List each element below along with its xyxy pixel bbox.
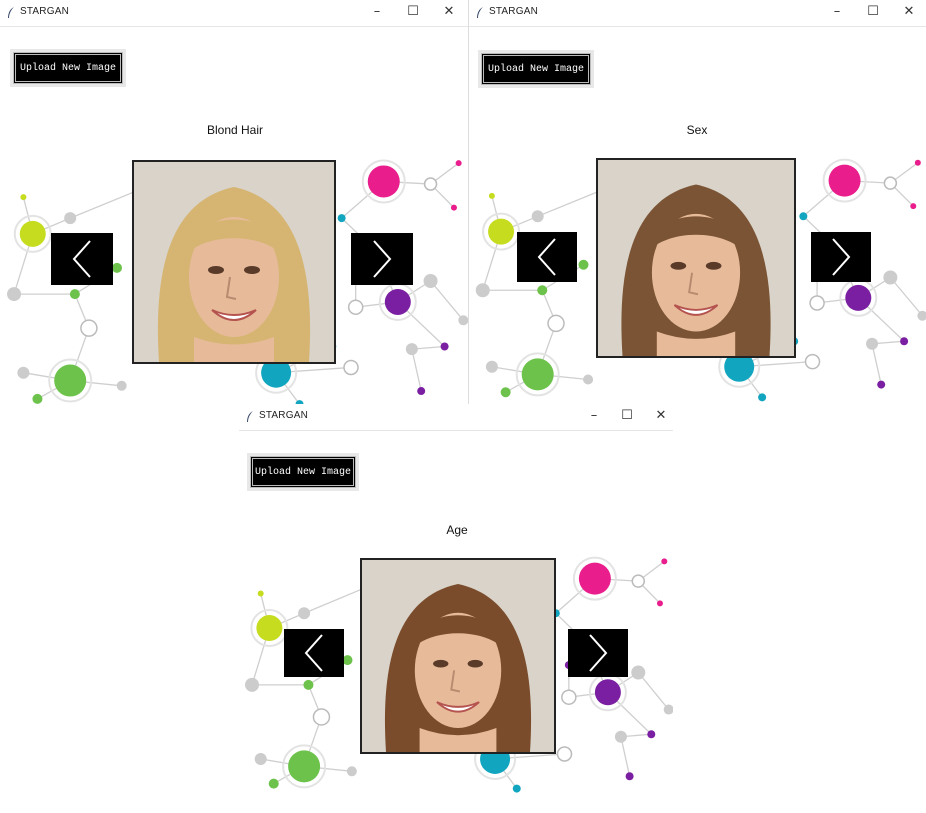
chevron-left-icon: [304, 634, 323, 672]
stargan-window-1: STARGAN – ☐ ✕ Upload New Image Blond Hai…: [0, 0, 468, 412]
chevron-right-icon: [373, 240, 392, 278]
face-image: [360, 558, 556, 754]
previous-button[interactable]: [284, 629, 344, 677]
feather-icon: [247, 411, 253, 422]
feather-icon: [477, 7, 483, 18]
window-title: STARGAN: [489, 6, 538, 17]
maximize-button[interactable]: ☐: [616, 407, 638, 425]
chevron-right-icon: [832, 238, 851, 276]
stargan-window-2: STARGAN – ☐ ✕ Upload New Image Sex: [468, 0, 926, 405]
chevron-right-icon: [589, 634, 608, 672]
title-bar[interactable]: STARGAN – ☐ ✕: [239, 404, 673, 431]
attribute-label: Blond Hair: [206, 123, 264, 137]
attribute-label: Age: [446, 523, 468, 537]
next-button[interactable]: [568, 629, 628, 677]
face-image: [132, 160, 336, 364]
close-button[interactable]: ✕: [898, 3, 920, 21]
upload-new-image-button[interactable]: Upload New Image: [13, 52, 123, 84]
upload-new-image-button[interactable]: Upload New Image: [250, 456, 356, 488]
feather-icon: [8, 7, 14, 18]
title-bar[interactable]: STARGAN – ☐ ✕: [0, 0, 468, 27]
face-image: [596, 158, 796, 358]
next-button[interactable]: [351, 233, 413, 285]
window-title: STARGAN: [259, 410, 308, 421]
previous-button[interactable]: [517, 232, 577, 282]
close-button[interactable]: ✕: [650, 407, 672, 425]
close-button[interactable]: ✕: [438, 3, 460, 21]
attribute-label: Sex: [686, 123, 708, 137]
minimize-button[interactable]: –: [366, 3, 388, 21]
chevron-left-icon: [72, 240, 91, 278]
upload-new-image-button[interactable]: Upload New Image: [481, 53, 591, 85]
minimize-button[interactable]: –: [826, 3, 848, 21]
previous-button[interactable]: [51, 233, 113, 285]
chevron-left-icon: [537, 238, 556, 276]
next-button[interactable]: [811, 232, 871, 282]
title-bar[interactable]: STARGAN – ☐ ✕: [469, 0, 926, 27]
stargan-window-3: STARGAN – ☐ ✕ Upload New Image Age: [239, 404, 673, 796]
maximize-button[interactable]: ☐: [862, 3, 884, 21]
window-title: STARGAN: [20, 6, 69, 17]
maximize-button[interactable]: ☐: [402, 3, 424, 21]
minimize-button[interactable]: –: [583, 407, 605, 425]
